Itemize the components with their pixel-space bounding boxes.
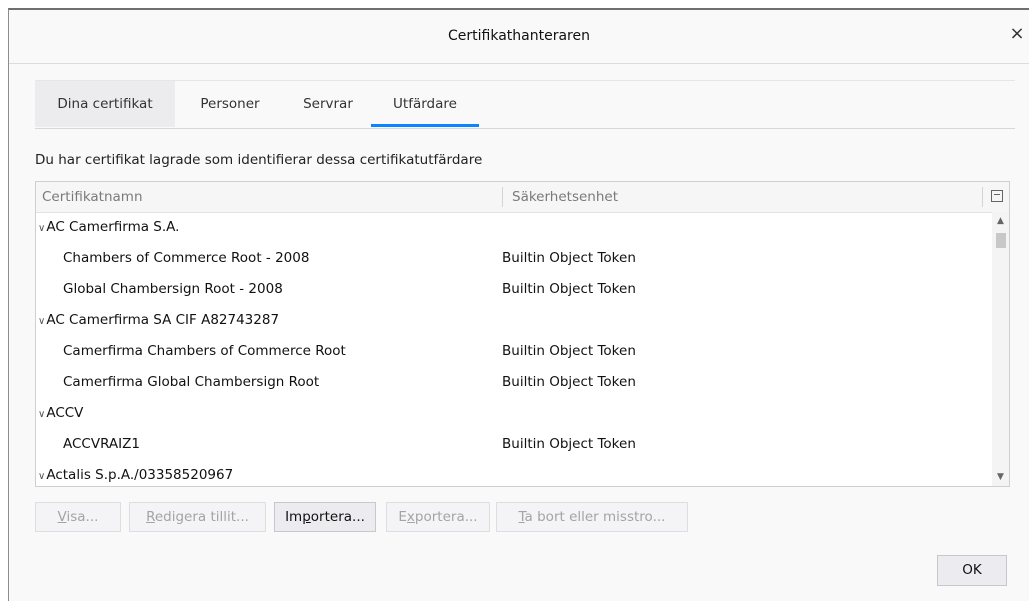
close-icon[interactable]: × xyxy=(1005,22,1029,46)
certificate-name: ∨Actalis S.p.A./03358520967 xyxy=(38,460,233,492)
ok-button[interactable]: OK xyxy=(937,555,1007,586)
scroll-up-arrow-icon[interactable]: ▲ xyxy=(992,214,1009,228)
certificate-name: ∨ACCV xyxy=(38,398,83,430)
certificate-manager-dialog: Certifikathanteraren × Dina certifikat P… xyxy=(8,8,1029,601)
description-text: Du har certifikat lagrade som identifier… xyxy=(35,152,483,168)
security-device: Builtin Object Token xyxy=(502,281,636,297)
certificate-name: Chambers of Commerce Root - 2008 xyxy=(63,243,309,274)
tab-bar: Dina certifikat Personer Servrar Utfärda… xyxy=(35,80,1015,129)
tree-group-row[interactable]: ∨AC Camerfirma S.A. xyxy=(36,212,991,243)
certificate-name-text: Camerfirma Global Chambersign Root xyxy=(63,374,320,390)
tree-group-row[interactable]: ∨AC Camerfirma SA CIF A82743287 xyxy=(36,305,991,336)
tree-row[interactable]: Global Chambersign Root - 2008 Builtin Ob… xyxy=(36,274,991,305)
vertical-scrollbar[interactable]: ▲ ▼ xyxy=(992,212,1009,486)
export-label-start: E xyxy=(398,509,407,525)
tree-row[interactable]: Camerfirma Global Chambersign Root Builti… xyxy=(36,367,991,398)
certificate-name-text: Chambers of Commerce Root - 2008 xyxy=(63,250,310,266)
view-accesskey: V xyxy=(57,509,67,525)
edit-trust-label: edigera tillit... xyxy=(154,509,249,525)
tab-your-certificates[interactable]: Dina certifikat xyxy=(35,81,175,127)
export-accesskey: x xyxy=(406,509,415,525)
column-header-device[interactable]: Säkerhetsenhet xyxy=(512,182,618,212)
certificate-tree[interactable]: Certifikatnamn Säkerhetsenhet ∨AC Camerf… xyxy=(35,181,1010,487)
view-button[interactable]: Visa... xyxy=(35,502,121,532)
delete-label: a bort eller misstro... xyxy=(524,509,666,525)
tab-authorities[interactable]: Utfärdare xyxy=(371,81,479,127)
edit-trust-accesskey: R xyxy=(146,509,155,525)
certificate-name-text: Global Chambersign Root - 2008 xyxy=(63,281,283,297)
certificate-name-text: Actalis S.p.A./03358520967 xyxy=(46,467,234,483)
view-label: isa... xyxy=(66,509,99,525)
edit-trust-button[interactable]: Redigera tillit... xyxy=(129,502,266,532)
tab-people[interactable]: Personer xyxy=(175,81,285,127)
tree-row[interactable]: Camerfirma Chambers of Commerce Root Buil… xyxy=(36,336,991,367)
dialog-title: Certifikathanteraren xyxy=(448,28,590,44)
column-header-name[interactable]: Certifikatnamn xyxy=(42,182,143,212)
certificate-name: Camerfirma Chambers of Commerce Root xyxy=(63,336,346,367)
chevron-down-icon[interactable]: ∨ xyxy=(38,223,45,234)
certificate-name-text: AC Camerfirma S.A. xyxy=(46,219,180,235)
import-button[interactable]: Importera... xyxy=(274,502,376,532)
column-separator[interactable] xyxy=(982,187,983,207)
certificate-name-text: Camerfirma Chambers of Commerce Root xyxy=(63,343,346,359)
security-device: Builtin Object Token xyxy=(502,374,636,390)
certificate-name-text: ACCV xyxy=(46,405,84,421)
export-button[interactable]: Exportera... xyxy=(386,502,490,532)
security-device: Builtin Object Token xyxy=(502,343,636,359)
scroll-down-arrow-icon[interactable]: ▼ xyxy=(992,470,1009,484)
tree-group-row[interactable]: ∨Actalis S.p.A./03358520967 xyxy=(36,460,991,491)
tree-group-row[interactable]: ∨ACCV xyxy=(36,398,991,429)
chevron-down-icon[interactable]: ∨ xyxy=(38,409,45,420)
tab-servers[interactable]: Servrar xyxy=(285,81,371,127)
delete-or-distrust-button[interactable]: Ta bort eller misstro... xyxy=(496,502,688,532)
certificate-name: Camerfirma Global Chambersign Root xyxy=(63,367,319,398)
tree-header: Certifikatnamn Säkerhetsenhet xyxy=(36,182,1009,213)
title-bar: Certifikathanteraren × xyxy=(9,10,1029,64)
import-label-end: ortera... xyxy=(310,509,365,525)
column-picker-icon[interactable] xyxy=(991,190,1003,202)
certificate-name: Global Chambersign Root - 2008 xyxy=(63,274,283,305)
import-label-start: Im xyxy=(285,509,303,525)
column-separator[interactable] xyxy=(502,187,503,207)
scroll-thumb[interactable] xyxy=(996,233,1006,248)
import-accesskey: p xyxy=(302,509,311,525)
certificate-name: ACCVRAIZ1 xyxy=(63,429,140,460)
certificate-name-text: AC Camerfirma SA CIF A82743287 xyxy=(46,312,280,328)
export-label-end: portera... xyxy=(414,509,478,525)
security-device: Builtin Object Token xyxy=(502,250,636,266)
tree-row[interactable]: Chambers of Commerce Root - 2008 Builtin … xyxy=(36,243,991,274)
chevron-down-icon[interactable]: ∨ xyxy=(38,316,45,327)
tree-row[interactable]: ACCVRAIZ1 Builtin Object Token xyxy=(36,429,991,460)
certificate-name: ∨AC Camerfirma S.A. xyxy=(38,212,179,244)
security-device: Builtin Object Token xyxy=(502,436,636,452)
certificate-name-text: ACCVRAIZ1 xyxy=(63,436,140,452)
chevron-down-icon[interactable]: ∨ xyxy=(38,471,45,482)
certificate-name: ∨AC Camerfirma SA CIF A82743287 xyxy=(38,305,279,337)
tree-rows: ∨AC Camerfirma S.A. Chambers of Commerce … xyxy=(36,212,991,486)
